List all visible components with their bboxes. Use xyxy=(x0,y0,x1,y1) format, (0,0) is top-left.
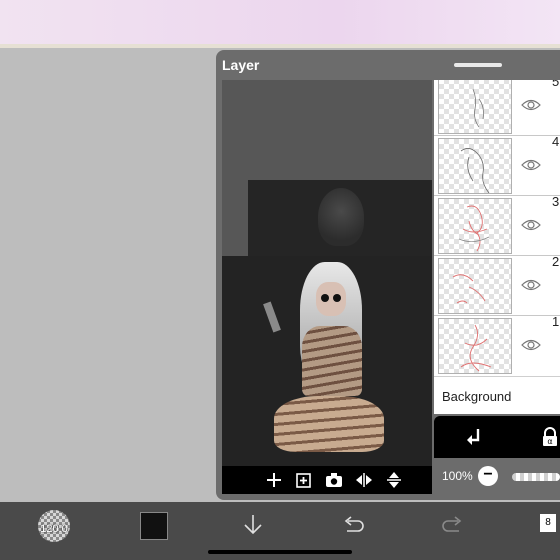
figure-eye-left xyxy=(321,294,329,302)
layer-row[interactable]: 4 xyxy=(434,134,560,196)
layer-row[interactable]: 2 xyxy=(434,254,560,316)
panel-drag-handle[interactable] xyxy=(454,63,502,67)
preview-toolbar xyxy=(222,466,432,494)
layer-thumbnail xyxy=(438,80,512,134)
color-swatch[interactable] xyxy=(140,512,168,540)
top-status-strip xyxy=(0,0,560,44)
camera-icon[interactable] xyxy=(324,470,344,490)
layer-thumbnail xyxy=(438,198,512,254)
undo-icon[interactable] xyxy=(340,512,366,538)
layer-number: 2 xyxy=(552,254,560,269)
layer-number: 3 xyxy=(552,194,560,209)
merge-down-icon[interactable] xyxy=(464,427,484,452)
layer-number: 4 xyxy=(552,134,560,149)
layer-thumbnail xyxy=(438,258,512,314)
eye-icon[interactable] xyxy=(520,214,542,236)
layers-icon[interactable]: 8 xyxy=(540,514,556,532)
preview-artwork xyxy=(222,256,432,466)
figure-body xyxy=(302,326,362,396)
layer-thumbnail xyxy=(438,138,512,194)
figure-legs xyxy=(274,396,384,452)
eye-icon[interactable] xyxy=(520,334,542,356)
layer-thumbnail xyxy=(438,318,512,374)
alpha-lock-icon[interactable]: α xyxy=(540,427,560,452)
flip-vertical-icon[interactable] xyxy=(384,470,404,490)
eye-icon[interactable] xyxy=(520,154,542,176)
add-layer-icon[interactable] xyxy=(264,470,284,490)
opacity-label: 100% xyxy=(442,469,473,483)
knife xyxy=(263,301,281,333)
layer-number: 1 xyxy=(552,314,560,329)
figure-eye-right xyxy=(333,294,341,302)
background-label: Background xyxy=(442,389,512,404)
canvas-preview[interactable] xyxy=(222,80,432,494)
eye-icon[interactable] xyxy=(520,274,542,296)
layer-row[interactable]: 5 xyxy=(434,80,560,136)
eye-icon[interactable] xyxy=(520,94,542,116)
brush-size-label: 120.0 xyxy=(40,523,68,535)
redo-icon[interactable] xyxy=(440,512,466,538)
layer-row[interactable]: 3 xyxy=(434,194,560,256)
layer-action-bar: α xyxy=(434,416,560,458)
opacity-decrease-button[interactable]: − xyxy=(478,466,498,486)
preview-ghost-layer xyxy=(248,180,432,258)
svg-text:α: α xyxy=(547,437,552,446)
add-copy-icon[interactable] xyxy=(294,470,314,490)
navigation-handle xyxy=(208,550,352,554)
background-layer-row[interactable]: Background xyxy=(434,376,560,414)
ghost-figure xyxy=(318,188,364,246)
layer-list[interactable]: 5 4 3 2 1 xyxy=(434,80,560,376)
layer-number: 5 xyxy=(552,80,560,89)
opacity-slider[interactable] xyxy=(512,473,560,481)
flip-horizontal-icon[interactable] xyxy=(354,470,374,490)
opacity-bar: 100% − xyxy=(434,458,560,494)
layer-row[interactable]: 1 xyxy=(434,314,560,376)
layer-panel-title: Layer xyxy=(222,57,260,73)
down-arrow-icon[interactable] xyxy=(240,512,266,538)
